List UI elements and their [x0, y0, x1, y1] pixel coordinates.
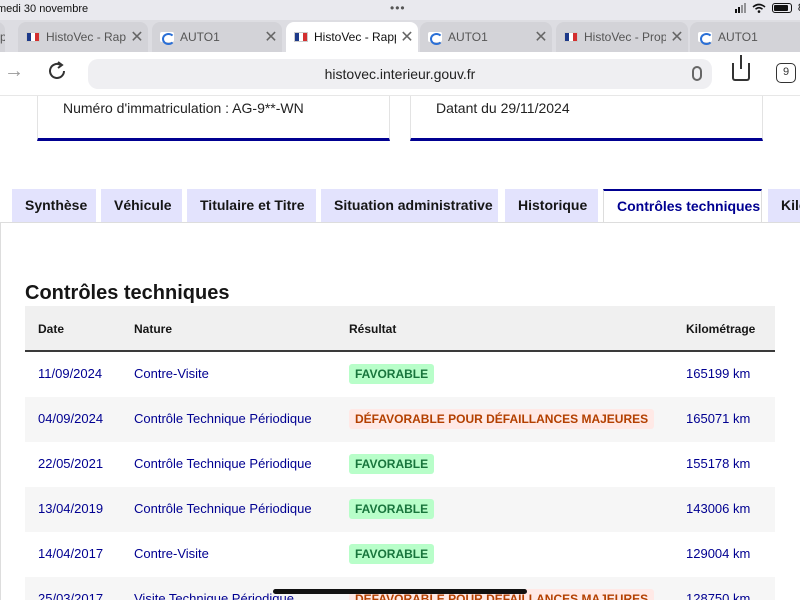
- tab-vehicule[interactable]: Véhicule: [101, 189, 182, 222]
- home-indicator[interactable]: [273, 589, 527, 594]
- report-date-card: Datant du 29/11/2024: [410, 96, 763, 141]
- mileage-cell: 129004 km: [686, 546, 751, 561]
- mileage-cell: 128750 km: [686, 591, 751, 600]
- reload-icon[interactable]: [46, 60, 68, 88]
- browser-tab[interactable]: AUTO1 ✕: [420, 22, 552, 52]
- browser-tab[interactable]: HistoVec - Prop ✕: [556, 22, 688, 52]
- mileage-cell: 155178 km: [686, 456, 751, 471]
- wifi-icon: [752, 3, 766, 13]
- mileage-cell: 165071 km: [686, 411, 751, 426]
- microphone-icon[interactable]: [692, 66, 702, 81]
- inspections-table: Date Nature Résultat Kilométrage 11/09/2…: [25, 306, 775, 600]
- date-cell: 14/04/2017: [38, 546, 104, 561]
- result-badge: FAVORABLE: [349, 499, 435, 519]
- date-cell: 25/03/2017: [38, 591, 104, 600]
- registration-number-text: Numéro d'immatriculation : AG-9**-WN: [63, 100, 304, 116]
- date-cell: 04/09/2024: [38, 411, 104, 426]
- table-row: 04/09/2024 Contrôle Technique Périodique D…: [25, 397, 775, 442]
- tab-titulaire[interactable]: Titulaire et Titre: [187, 189, 316, 222]
- section-title: Contrôles techniques: [25, 282, 230, 304]
- french-flag-icon: [26, 32, 40, 42]
- result-badge: FAVORABLE: [349, 454, 435, 474]
- panel-border: [0, 223, 1, 600]
- french-flag-icon: [294, 32, 308, 42]
- column-header-date: Date: [38, 322, 65, 336]
- report-date-text: Datant du 29/11/2024: [436, 100, 570, 116]
- browser-tab-title: HistoVec - Prop: [584, 30, 666, 44]
- registration-card: Numéro d'immatriculation : AG-9**-WN: [37, 96, 390, 141]
- close-tab-icon[interactable]: ✕: [530, 27, 552, 47]
- column-header-mileage: Kilométrage: [686, 322, 756, 336]
- auto1-logo-icon: [698, 32, 713, 45]
- column-header-result: Résultat: [349, 322, 397, 336]
- table-header: Date Nature Résultat Kilométrage: [25, 306, 775, 352]
- nature-cell: Contrôle Technique Périodique: [134, 411, 312, 426]
- tab-controles-techniques[interactable]: Contrôles techniques: [603, 189, 762, 223]
- column-header-nature: Nature: [134, 322, 173, 336]
- browser-tab[interactable]: HistoVec - Rapp ✕: [18, 22, 148, 52]
- tab-kilometrage[interactable]: Kilo: [768, 189, 800, 222]
- browser-tab-title: AUTO1: [718, 30, 758, 44]
- table-body: 11/09/2024 Contre-Visite FAVORABLE 165199 k…: [25, 352, 775, 600]
- tab-synthese[interactable]: Synthèse: [12, 189, 96, 222]
- table-row: 11/09/2024 Contre-Visite FAVORABLE 165199 k…: [25, 352, 775, 397]
- browser-tab-strip: paHistoVec - Rapp✕AUTO1✕HistoVec - Rapp✕…: [0, 20, 800, 52]
- date-cell: 11/09/2024: [38, 366, 103, 381]
- forward-arrow-icon[interactable]: →: [4, 60, 24, 83]
- tab-historique[interactable]: Historique: [505, 189, 598, 222]
- browser-tab-title: HistoVec - Rapp: [314, 30, 396, 44]
- share-icon[interactable]: [732, 55, 750, 81]
- nature-cell: Contre-Visite: [134, 546, 209, 561]
- browser-tab[interactable]: AUTO1✕: [690, 22, 800, 52]
- auto1-logo-icon: [160, 32, 175, 45]
- nature-cell: Contrôle Technique Périodique: [134, 501, 312, 516]
- close-tab-icon[interactable]: ✕: [396, 27, 418, 47]
- status-indicators: 8: [734, 2, 800, 14]
- mileage-cell: 143006 km: [686, 501, 751, 516]
- table-row: 22/05/2021 Contrôle Technique Périodique F…: [25, 442, 775, 487]
- status-date: medi 30 novembre: [0, 3, 89, 15]
- battery-icon: [771, 3, 792, 13]
- date-cell: 13/04/2019: [38, 501, 104, 516]
- close-tab-icon[interactable]: ✕: [666, 27, 688, 47]
- cellular-signal-icon: [734, 3, 746, 13]
- nature-cell: Contre-Visite: [134, 366, 209, 381]
- browser-tab-title: AUTO1: [180, 30, 220, 44]
- browser-tab-title: AUTO1: [448, 30, 488, 44]
- table-row: 14/04/2017 Contre-Visite FAVORABLE 129004 k…: [25, 532, 775, 577]
- table-row: 13/04/2019 Contrôle Technique Périodique F…: [25, 487, 775, 532]
- screen: medi 30 novembre ••• 8 pa HistoVec - Rapp…: [0, 0, 800, 600]
- close-tab-icon[interactable]: ✕: [260, 27, 282, 47]
- browser-toolbar: → histovec.interieur.gouv.fr 9: [0, 52, 800, 96]
- browser-tab[interactable]: HistoVec - Rapp ✕: [286, 22, 418, 52]
- tab-situation-administrative[interactable]: Situation administrative: [321, 189, 498, 222]
- address-bar[interactable]: histovec.interieur.gouv.fr: [88, 59, 712, 89]
- browser-tab[interactable]: AUTO1 ✕: [152, 22, 282, 52]
- report-tabs: Synthèse Véhicule Titulaire et Titre Situat…: [0, 189, 800, 223]
- nature-cell: Contrôle Technique Périodique: [134, 456, 312, 471]
- tab-count-button[interactable]: 9: [776, 63, 796, 83]
- address-url: histovec.interieur.gouv.fr: [324, 66, 476, 82]
- nature-cell: Visite Technique Périodique: [134, 591, 294, 600]
- status-bar: medi 30 novembre ••• 8: [0, 0, 800, 20]
- result-badge: FAVORABLE: [349, 544, 435, 564]
- result-badge: FAVORABLE: [349, 364, 435, 384]
- mileage-cell: 165199 km: [686, 366, 751, 381]
- browser-tab[interactable]: pa: [0, 22, 5, 52]
- browser-tab-title: HistoVec - Rapp: [46, 30, 126, 44]
- close-tab-icon[interactable]: ✕: [126, 27, 148, 47]
- auto1-logo-icon: [428, 32, 443, 45]
- multitasking-dots-icon[interactable]: •••: [390, 1, 406, 15]
- date-cell: 22/05/2021: [38, 456, 104, 471]
- result-badge: DÉFAVORABLE POUR DÉFAILLANCES MAJEURES: [349, 409, 655, 429]
- browser-tab-title: pa: [0, 30, 5, 44]
- french-flag-icon: [564, 32, 578, 42]
